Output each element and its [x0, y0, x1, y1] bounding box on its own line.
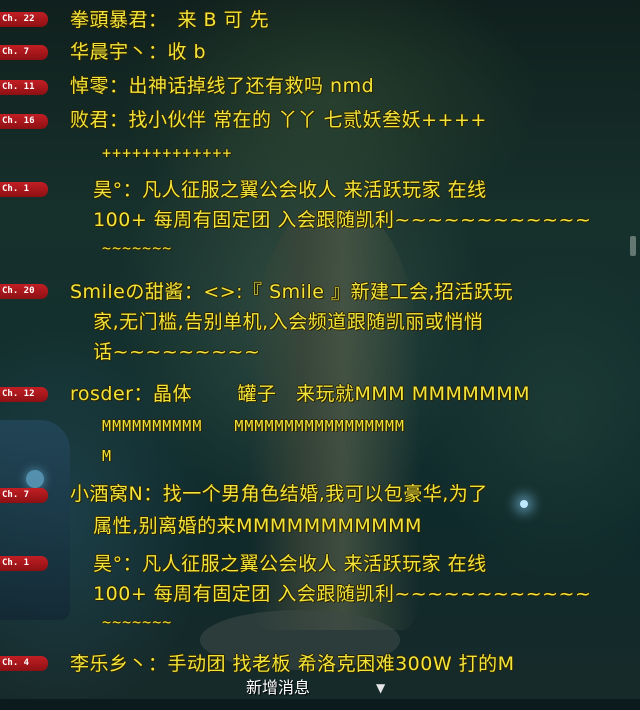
channel-badge: Ch. 11 — [0, 80, 48, 95]
message-text: Smileの甜酱：<>:『 Smile 』新建工会,招活跃玩 — [70, 281, 513, 303]
message-text: M — [82, 447, 113, 465]
chat-message: Ch. 7 小酒窝N：找一个男角色结婚,我可以包豪华,为了 属性,别离婚的来MM… — [0, 480, 640, 540]
message-text: 属性,别离婚的来MMMMMMMMMMM — [80, 515, 422, 537]
channel-badge: Ch. 1 — [0, 556, 48, 571]
channel-badge: Ch. 7 — [0, 488, 48, 503]
message-text: 华晨宇丶：收 b — [70, 41, 207, 63]
message-text: MMMMMMMMMM MMMMMMMMMMMMMMMMM — [82, 417, 405, 435]
message-text: ~~~~~~~ — [82, 239, 173, 257]
message-text: rosder：晶体 罐子 来玩就MMM MMMMMMM — [70, 383, 530, 405]
message-text: 100+ 每周有固定团 入会跟随凯利~~~~~~~~~~~~ — [80, 583, 592, 605]
chat-message: Ch. 20 Smileの甜酱：<>:『 Smile 』新建工会,招活跃玩 家,… — [0, 278, 640, 363]
channel-badge: Ch. 1 — [0, 182, 48, 197]
chat-message: Ch. 12 rosder：晶体 罐子 来玩就MMM MMMMMMM MMMMM… — [0, 380, 640, 465]
message-text: 李乐乡丶：手动团 找老板 希洛克困难300W 打的M — [70, 653, 515, 675]
message-text: ~~~~~~~ — [82, 613, 173, 631]
channel-badge: Ch. 16 — [0, 114, 48, 129]
message-text: 拳頭暴君： 来 B 可 先 — [70, 9, 270, 31]
message-text: 昊°：凡人征服之翼公会收人 来活跃玩家 在线 — [80, 553, 487, 575]
message-text: 话~~~~~~~~~ — [80, 341, 261, 363]
chat-message: Ch. 16 败君：找小伙伴 常在的 丫丫 七贰妖叁妖++++ ++++++++… — [0, 106, 640, 166]
chat-message: Ch. 1 昊°：凡人征服之翼公会收人 来活跃玩家 在线 100+ 每周有固定团… — [0, 548, 640, 631]
message-text: +++++++++++++ — [82, 144, 233, 162]
message-text: 小酒窝N：找一个男角色结婚,我可以包豪华,为了 — [70, 483, 488, 505]
message-text: 家,无门槛,告别单机,入会频道跟随凯丽或悄悄 — [80, 311, 484, 333]
channel-badge: Ch. 20 — [0, 284, 48, 299]
channel-badge: Ch. 4 — [0, 656, 48, 671]
message-text: 昊°：凡人征服之翼公会收人 来活跃玩家 在线 — [80, 179, 487, 201]
message-text: 100+ 每周有固定团 入会跟随凯利~~~~~~~~~~~~ — [80, 209, 592, 231]
chat-message: Ch. 1 昊°：凡人征服之翼公会收人 来活跃玩家 在线 100+ 每周有固定团… — [0, 174, 640, 257]
chat-log[interactable]: Ch. 22 拳頭暴君： 来 B 可 先 Ch. 7 华晨宇丶：收 b Ch. … — [0, 0, 640, 699]
channel-badge: Ch. 12 — [0, 387, 48, 402]
message-text: 败君：找小伙伴 常在的 丫丫 七贰妖叁妖++++ — [70, 109, 487, 131]
new-messages-label: 新增消息 — [246, 678, 311, 697]
arrow-down-icon: ▼ — [376, 681, 386, 695]
channel-badge: Ch. 22 — [0, 12, 48, 27]
new-messages-button[interactable]: 新增消息 ▼ — [236, 676, 396, 699]
channel-badge: Ch. 7 — [0, 45, 48, 60]
message-text: 悼零：出神话掉线了还有救吗 nmd — [70, 75, 375, 97]
